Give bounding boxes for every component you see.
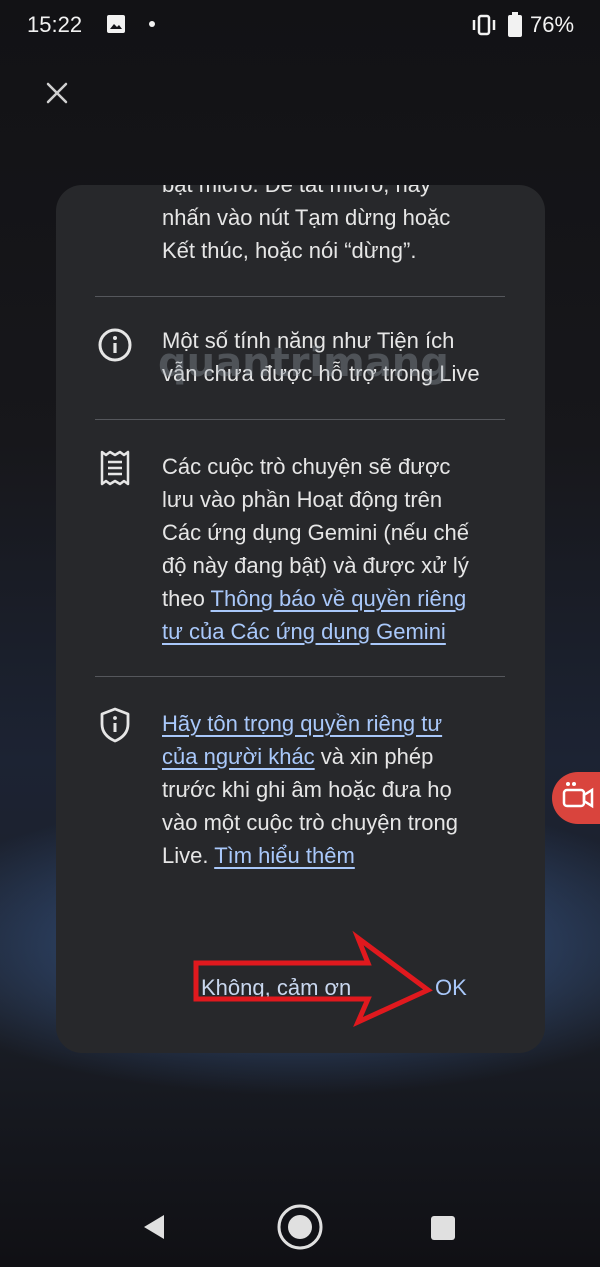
mic-info-line: nhấn vào nút Tạm dừng hoặc <box>162 205 451 230</box>
privacy-info-text: Live. <box>162 843 215 868</box>
privacy-info-line: vào một cuộc trò chuyện trong <box>162 810 458 835</box>
no-thanks-button[interactable]: Không, cảm ơn <box>201 975 351 1001</box>
divider <box>95 296 505 297</box>
privacy-info-line: của người khác và xin phép <box>162 740 433 773</box>
activity-info-line: theo Thông báo về quyền riêng <box>162 582 466 615</box>
home-icon[interactable] <box>276 1203 324 1251</box>
image-icon <box>107 15 125 33</box>
mic-info-line: Kết thúc, hoặc nói “dừng”. <box>162 238 417 263</box>
vibrate-icon <box>472 14 496 36</box>
privacy-notice-link[interactable]: Thông báo về quyền riêng <box>211 586 467 611</box>
divider <box>95 676 505 677</box>
activity-info-line: Các cuộc trò chuyện sẽ được <box>162 454 451 479</box>
live-video-button[interactable] <box>552 772 600 824</box>
receipt-icon <box>100 450 130 486</box>
status-bar: 15:22 76% <box>0 0 600 52</box>
respect-privacy-link[interactable]: Hãy tôn trọng quyền riêng tư <box>162 707 442 740</box>
shield-icon <box>100 707 130 743</box>
activity-info-line: Các ứng dụng Gemini (nếu chế <box>162 520 470 545</box>
svg-text:quantrimang: quantrimang <box>158 340 449 386</box>
ok-button[interactable]: OK <box>435 975 467 1001</box>
video-camera-icon <box>562 782 594 809</box>
mic-info-line: bật micrô. Để tắt micrô, hãy <box>162 185 431 201</box>
live-info-dialog: bật micrô. Để tắt micrô, hãy nhấn vào nú… <box>56 185 545 1053</box>
battery-percent: 76% <box>530 12 575 37</box>
privacy-info-text: và xin phép <box>314 744 434 769</box>
recents-icon[interactable] <box>430 1215 456 1241</box>
privacy-notice-link[interactable]: tư của Các ứng dụng Gemini <box>162 615 446 648</box>
learn-more-link[interactable]: Tìm hiểu thêm <box>214 843 355 868</box>
activity-info-line: lưu vào phần Hoạt động trên <box>162 487 443 512</box>
activity-info-line: độ này đang bật) và được xử lý <box>162 553 469 578</box>
info-icon <box>98 328 132 362</box>
activity-info-text: theo <box>162 586 211 611</box>
privacy-info-line: trước khi ghi âm hoặc đưa họ <box>162 777 452 802</box>
close-icon[interactable] <box>40 76 74 110</box>
divider <box>95 419 505 420</box>
back-icon[interactable] <box>140 1212 170 1242</box>
privacy-info-line: Live. Tìm hiểu thêm <box>162 839 355 872</box>
notification-dot <box>149 21 155 27</box>
battery-icon <box>508 12 522 37</box>
respect-privacy-link[interactable]: của người khác <box>162 744 315 769</box>
status-time: 15:22 <box>27 12 83 37</box>
dialog-content[interactable]: bật micrô. Để tắt micrô, hãy nhấn vào nú… <box>56 185 545 885</box>
watermark-logo: quantrimang <box>158 340 449 386</box>
